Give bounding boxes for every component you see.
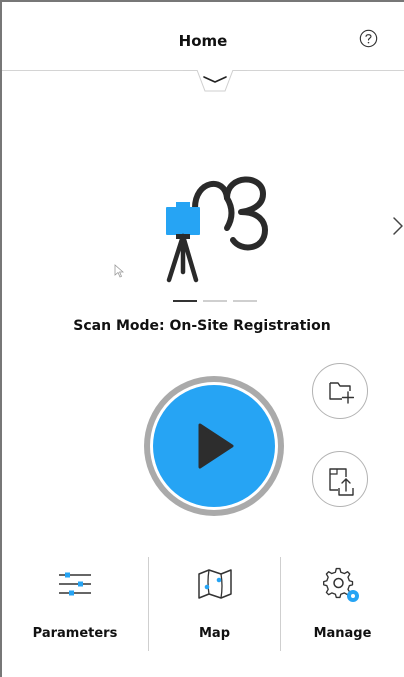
start-scan-button[interactable] bbox=[144, 376, 284, 516]
carousel-dot[interactable] bbox=[203, 300, 227, 302]
bottom-nav: Parameters Map Manage bbox=[2, 555, 404, 655]
nav-item-map[interactable]: Map bbox=[149, 555, 280, 655]
collapse-tab-button[interactable] bbox=[183, 69, 247, 93]
scanner-illustration-icon bbox=[166, 176, 268, 283]
play-icon bbox=[198, 423, 234, 469]
nav-label-manage: Manage bbox=[313, 626, 372, 641]
carousel-dot[interactable] bbox=[233, 300, 257, 302]
header: Home bbox=[2, 2, 404, 71]
file-export-icon bbox=[329, 468, 354, 496]
chevron-right-icon[interactable] bbox=[392, 215, 404, 237]
carousel-indicator bbox=[173, 300, 257, 304]
folder-add-icon bbox=[329, 382, 354, 404]
page-title: Home bbox=[178, 32, 228, 50]
scan-mode-label: Scan Mode: On-Site Registration bbox=[73, 318, 331, 334]
sliders-icon bbox=[59, 572, 91, 596]
nav-label-map: Map bbox=[198, 626, 230, 641]
mouse-cursor-icon bbox=[114, 264, 124, 278]
nav-item-parameters[interactable]: Parameters bbox=[2, 555, 148, 655]
nav-label-parameters: Parameters bbox=[32, 626, 118, 641]
nav-item-manage[interactable]: Manage bbox=[281, 555, 404, 655]
new-project-button[interactable] bbox=[312, 363, 368, 419]
carousel-dot-active[interactable] bbox=[173, 300, 197, 302]
map-icon bbox=[197, 569, 232, 599]
export-button[interactable] bbox=[312, 451, 368, 507]
settings-gear-icon bbox=[322, 567, 359, 602]
help-icon[interactable] bbox=[359, 29, 378, 48]
